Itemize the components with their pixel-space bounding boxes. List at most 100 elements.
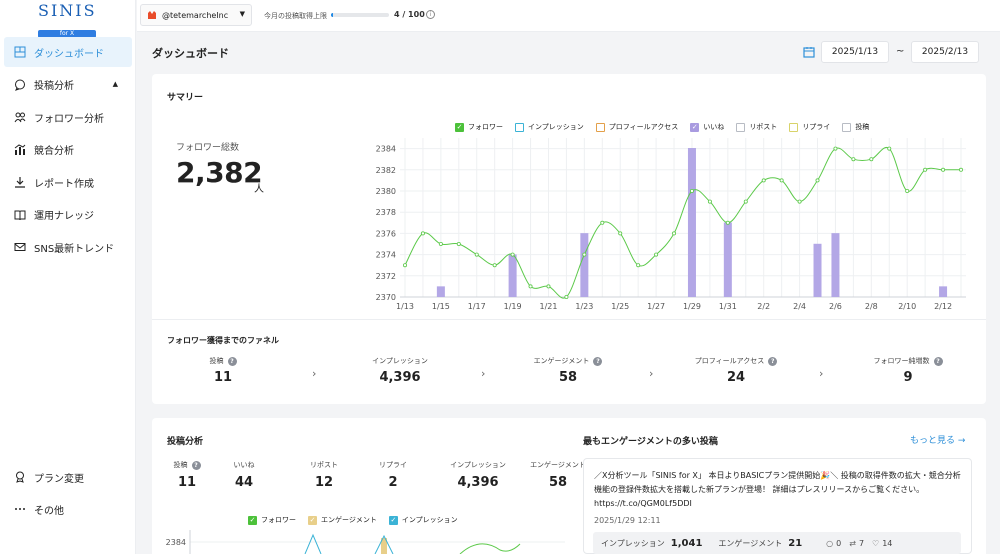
date-from-input[interactable]: 2025/1/13	[821, 41, 889, 63]
post-legend: ✓ フォロワー ✓ エンゲージメント ✓ インプレッション	[248, 515, 470, 525]
point-followers[interactable]	[403, 263, 408, 268]
point-followers[interactable]	[707, 199, 712, 204]
point-followers[interactable]	[438, 242, 443, 247]
help-icon[interactable]: ?	[593, 356, 603, 366]
post-text: ／X分析ツール「SINIS for X」 本日よりBASICプラン提供開始🎉＼ …	[594, 471, 961, 508]
legend-checkbox[interactable]: ✓	[388, 515, 398, 525]
nav-item-5[interactable]: 運用ナレッジ	[4, 200, 132, 230]
point-followers[interactable]	[869, 157, 874, 162]
bar-likes[interactable]	[580, 233, 589, 297]
point-followers[interactable]	[887, 146, 892, 151]
bar-likes[interactable]	[687, 148, 696, 297]
point-followers[interactable]	[456, 242, 461, 247]
legend-checkbox[interactable]	[842, 122, 852, 132]
point-followers[interactable]	[743, 199, 748, 204]
post-stat-value: 12	[314, 475, 334, 490]
nav-item-6[interactable]: SNS最新トレンド	[4, 232, 132, 262]
top-post[interactable]: ／X分析ツール「SINIS for X」 本日よりBASICプラン提供開始🎉＼ …	[583, 458, 972, 554]
legend-item[interactable]: リプライ	[789, 122, 830, 132]
legend-item[interactable]: インプレッション	[515, 122, 584, 132]
logo[interactable]: SINIS for X	[38, 2, 96, 39]
point-followers[interactable]	[582, 252, 587, 257]
x-tick-label: 1/17	[468, 302, 486, 311]
funnel-step-value: 11	[213, 370, 233, 385]
point-followers[interactable]	[420, 231, 425, 236]
legend-checkbox[interactable]: ✓	[308, 515, 317, 525]
point-followers[interactable]	[905, 189, 910, 194]
legend-checkbox[interactable]	[515, 122, 524, 132]
legend-item[interactable]: 投稿	[842, 122, 869, 132]
see-more-link[interactable]: もっと見る →	[910, 433, 965, 446]
y-tick-label: 2372	[376, 272, 396, 281]
point-followers[interactable]	[923, 167, 928, 172]
bar-likes[interactable]	[831, 233, 840, 297]
point-followers[interactable]	[672, 231, 677, 236]
legend-label: リポスト	[749, 123, 778, 131]
x-tick-label: 1/13	[396, 302, 414, 311]
point-followers[interactable]	[797, 199, 802, 204]
point-followers[interactable]	[941, 167, 946, 172]
nav-item-2[interactable]: フォロワー分析	[4, 102, 132, 132]
legend-checkbox[interactable]	[789, 122, 799, 132]
account-name: @tetemarcheInc	[162, 10, 229, 20]
legend-checkbox[interactable]	[595, 122, 605, 132]
funnel-step-label: 投稿?	[163, 356, 283, 366]
legend-checkbox[interactable]: ✓	[690, 122, 700, 132]
post-stat-label: リプライ	[353, 460, 433, 470]
info-icon[interactable]: i	[426, 10, 435, 19]
nav-bottom-item-0[interactable]: プラン変更	[4, 462, 132, 492]
point-followers[interactable]	[618, 231, 623, 236]
point-followers[interactable]	[492, 263, 497, 268]
point-followers[interactable]	[725, 220, 730, 225]
help-icon[interactable]: ?	[227, 356, 237, 366]
point-followers[interactable]	[833, 146, 838, 151]
summary-chart: 2370 2372 2374 2376 2378 2380 2382 2384 1/13 1/15…	[376, 138, 966, 311]
legend-item[interactable]: ✓ エンゲージメント	[308, 515, 377, 525]
account-selector[interactable]: @tetemarcheInc ▼	[140, 4, 252, 26]
legend-checkbox[interactable]: ✓	[248, 515, 257, 525]
help-icon[interactable]: ?	[768, 356, 778, 366]
legend-item[interactable]: ✓ いいね	[690, 122, 724, 132]
point-followers[interactable]	[689, 189, 694, 194]
bar-likes[interactable]	[813, 243, 822, 297]
point-followers[interactable]	[528, 284, 533, 289]
nav-bottom-item-1[interactable]: その他	[4, 494, 132, 524]
bar-likes[interactable]	[939, 286, 948, 297]
sidebar: SINIS for X ダッシュボード 投稿分析 ▲ フォロワー分析 競合分析 レポート作…	[0, 0, 136, 554]
legend-item[interactable]: ✓ フォロワー	[248, 515, 296, 525]
point-followers[interactable]	[636, 263, 641, 268]
legend-item[interactable]: プロフィールアクセス	[595, 122, 678, 132]
nav-item-0[interactable]: ダッシュボード	[4, 37, 132, 67]
legend-label: リプライ	[802, 123, 831, 131]
legend-item[interactable]: リポスト	[736, 122, 777, 132]
post-stat-label-text: エンゲージメント	[530, 461, 586, 469]
app: SINIS for X ダッシュボード 投稿分析 ▲ フォロワー分析 競合分析 レポート作…	[0, 0, 1000, 554]
funnel-step: インプレッション 4,396	[340, 356, 460, 385]
point-followers[interactable]	[474, 252, 479, 257]
legend-checkbox[interactable]	[736, 122, 746, 132]
legend-item[interactable]: ✓ インプレッション	[388, 515, 458, 525]
nav-item-1[interactable]: 投稿分析 ▲	[4, 70, 132, 100]
point-followers[interactable]	[779, 178, 784, 183]
help-icon[interactable]: ?	[933, 356, 943, 366]
nav-item-3[interactable]: 競合分析	[4, 135, 132, 165]
bar-likes[interactable]	[508, 254, 517, 297]
legend-checkbox[interactable]: ✓	[455, 122, 464, 132]
bar-likes[interactable]	[723, 222, 732, 298]
point-followers[interactable]	[510, 252, 515, 257]
bar-likes[interactable]	[436, 286, 445, 297]
point-followers[interactable]	[761, 178, 766, 183]
point-followers[interactable]	[815, 178, 820, 183]
post-stat-value: 2	[388, 475, 398, 490]
help-icon[interactable]: ?	[191, 460, 201, 470]
point-followers[interactable]	[959, 167, 964, 172]
legend-item[interactable]: ✓ フォロワー	[455, 122, 503, 132]
date-to-input[interactable]: 2025/2/13	[911, 41, 979, 63]
point-followers[interactable]	[546, 284, 551, 289]
nav-item-4[interactable]: レポート作成	[4, 167, 132, 197]
point-followers[interactable]	[851, 157, 856, 162]
point-followers[interactable]	[600, 220, 605, 225]
point-followers[interactable]	[654, 252, 659, 257]
calendar-icon[interactable]	[803, 46, 815, 58]
point-followers[interactable]	[564, 294, 569, 299]
